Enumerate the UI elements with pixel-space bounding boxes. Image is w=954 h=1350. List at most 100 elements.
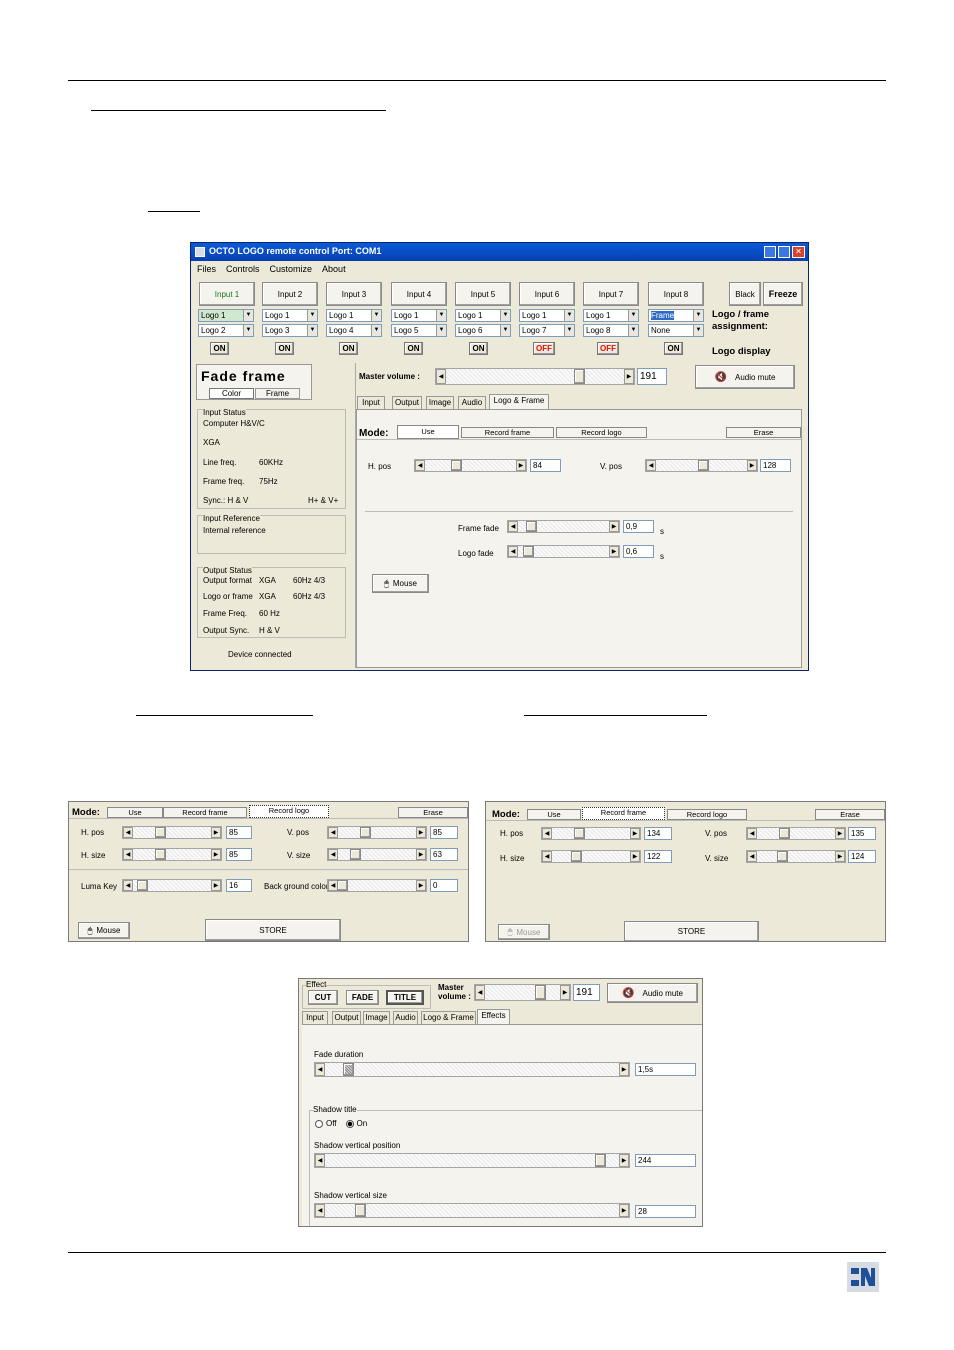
arrow-right-icon[interactable]: ▶: [560, 985, 570, 1000]
store-button[interactable]: STORE: [205, 919, 341, 941]
arrow-left-icon[interactable]: ◀: [646, 460, 656, 471]
arrow-right-icon[interactable]: ▶: [630, 851, 640, 862]
slider-thumb[interactable]: [355, 1204, 366, 1217]
shadow-vertical-size-value[interactable]: 28: [635, 1205, 696, 1218]
hpos-value[interactable]: 85: [226, 826, 252, 839]
logo-toggle-8[interactable]: ON: [664, 342, 683, 355]
arrow-left-icon[interactable]: ◀: [542, 828, 552, 839]
slider-thumb[interactable]: [777, 851, 788, 862]
hpos-slider[interactable]: ◀ ▶: [122, 826, 222, 839]
arrow-left-icon[interactable]: ◀: [315, 1154, 325, 1167]
erase-button[interactable]: Erase: [398, 807, 468, 818]
input-4-button[interactable]: Input 4: [391, 282, 447, 306]
tab-logo-frame[interactable]: Logo & Frame: [421, 1011, 476, 1024]
color-tab[interactable]: Color: [209, 388, 254, 399]
slider-thumb[interactable]: [350, 849, 361, 860]
logo-select-7b[interactable]: Logo 8 ▼: [583, 324, 639, 337]
slider-thumb[interactable]: [360, 827, 371, 838]
logo-fade-value[interactable]: 0,6: [623, 545, 654, 558]
logo-select-1a[interactable]: Logo 1 ▼: [198, 309, 254, 322]
hpos-value[interactable]: 84: [530, 459, 561, 472]
logo-toggle-3[interactable]: ON: [339, 342, 358, 355]
arrow-left-icon[interactable]: ◀: [747, 851, 757, 862]
slider-thumb[interactable]: [155, 849, 166, 860]
arrow-right-icon[interactable]: ▶: [416, 849, 426, 860]
arrow-right-icon[interactable]: ▶: [211, 849, 221, 860]
arrow-right-icon[interactable]: ▶: [747, 460, 757, 471]
background-color-slider[interactable]: ◀ ▶: [327, 879, 427, 892]
logo-toggle-1[interactable]: ON: [210, 342, 229, 355]
menu-customize[interactable]: Customize: [270, 264, 313, 274]
arrow-left-icon[interactable]: ◀: [328, 849, 338, 860]
record-logo-button[interactable]: Record logo: [556, 427, 647, 438]
title-button[interactable]: TITLE: [386, 990, 424, 1005]
record-frame-button[interactable]: Record frame: [163, 807, 247, 818]
luma-key-value[interactable]: 16: [226, 879, 252, 892]
arrow-left-icon[interactable]: ◀: [315, 1063, 325, 1076]
arrow-right-icon[interactable]: ▶: [211, 827, 221, 838]
arrow-right-icon[interactable]: ▶: [516, 460, 526, 471]
slider-thumb[interactable]: [571, 851, 582, 862]
arrow-left-icon[interactable]: ◀: [542, 851, 552, 862]
record-frame-button[interactable]: Record frame: [582, 807, 665, 820]
slider-thumb[interactable]: [595, 1154, 606, 1167]
hsize-slider[interactable]: ◀ ▶: [122, 848, 222, 861]
mouse-button[interactable]: 🖱 Mouse: [78, 922, 130, 939]
arrow-right-icon[interactable]: ▶: [416, 827, 426, 838]
arrow-right-icon[interactable]: ▶: [416, 880, 426, 891]
logo-select-5a[interactable]: Logo 1 ▼: [455, 309, 511, 322]
arrow-left-icon[interactable]: ◀: [123, 849, 133, 860]
store-button[interactable]: STORE: [624, 921, 759, 941]
slider-thumb[interactable]: [523, 546, 534, 557]
tab-audio[interactable]: Audio: [393, 1011, 418, 1024]
menu-about[interactable]: About: [322, 264, 346, 274]
arrow-right-icon[interactable]: ▶: [835, 828, 845, 839]
frame-fade-slider[interactable]: ◀ ▶: [507, 520, 620, 533]
arrow-left-icon[interactable]: ◀: [475, 985, 485, 1000]
arrow-left-icon[interactable]: ◀: [415, 460, 425, 471]
arrow-right-icon[interactable]: ▶: [835, 851, 845, 862]
vpos-slider[interactable]: ◀ ▶: [746, 827, 846, 840]
tab-output[interactable]: Output: [392, 396, 422, 409]
input-1-button[interactable]: Input 1: [199, 282, 255, 306]
logo-toggle-2[interactable]: ON: [275, 342, 294, 355]
hpos-value[interactable]: 134: [644, 827, 672, 840]
arrow-right-icon[interactable]: ▶: [624, 369, 634, 384]
audio-mute-button[interactable]: 🔇 Audio mute: [695, 365, 795, 389]
slider-thumb[interactable]: [137, 880, 148, 891]
arrow-left-icon[interactable]: ◀: [328, 827, 338, 838]
maximize-button[interactable]: [778, 246, 790, 258]
input-8-button[interactable]: Input 8: [648, 282, 704, 306]
hpos-slider[interactable]: ◀ ▶: [541, 827, 641, 840]
tab-input[interactable]: Input: [302, 1011, 328, 1024]
input-2-button[interactable]: Input 2: [262, 282, 318, 306]
tab-image[interactable]: Image: [363, 1011, 390, 1024]
arrow-left-icon[interactable]: ◀: [315, 1204, 325, 1217]
vsize-value[interactable]: 124: [848, 850, 876, 863]
record-logo-button[interactable]: Record logo: [249, 805, 329, 818]
record-frame-button[interactable]: Record frame: [461, 427, 554, 438]
logo-select-6a[interactable]: Logo 1 ▼: [519, 309, 575, 322]
slider-thumb[interactable]: [574, 369, 585, 384]
vpos-value[interactable]: 85: [430, 826, 458, 839]
slider-thumb[interactable]: [155, 827, 166, 838]
arrow-right-icon[interactable]: ▶: [630, 828, 640, 839]
vsize-value[interactable]: 63: [430, 848, 458, 861]
use-button[interactable]: Use: [527, 809, 581, 820]
arrow-left-icon[interactable]: ◀: [123, 880, 133, 891]
slider-thumb[interactable]: [698, 460, 709, 471]
slider-thumb[interactable]: [535, 985, 546, 1000]
tab-output[interactable]: Output: [332, 1011, 361, 1024]
input-6-button[interactable]: Input 6: [519, 282, 575, 306]
shadow-vertical-position-slider[interactable]: ◀ ▶: [314, 1153, 630, 1168]
off-radio[interactable]: [315, 1119, 323, 1128]
logo-select-8b[interactable]: None ▼: [648, 324, 704, 337]
on-radio[interactable]: [345, 1119, 354, 1128]
luma-key-slider[interactable]: ◀ ▶: [122, 879, 222, 892]
logo-select-2a[interactable]: Logo 1 ▼: [262, 309, 318, 322]
shadow-vertical-position-value[interactable]: 244: [635, 1154, 696, 1167]
menu-controls[interactable]: Controls: [226, 264, 260, 274]
master-volume-value[interactable]: 191: [573, 984, 600, 1001]
logo-select-5b[interactable]: Logo 6 ▼: [455, 324, 511, 337]
hsize-value[interactable]: 85: [226, 848, 252, 861]
